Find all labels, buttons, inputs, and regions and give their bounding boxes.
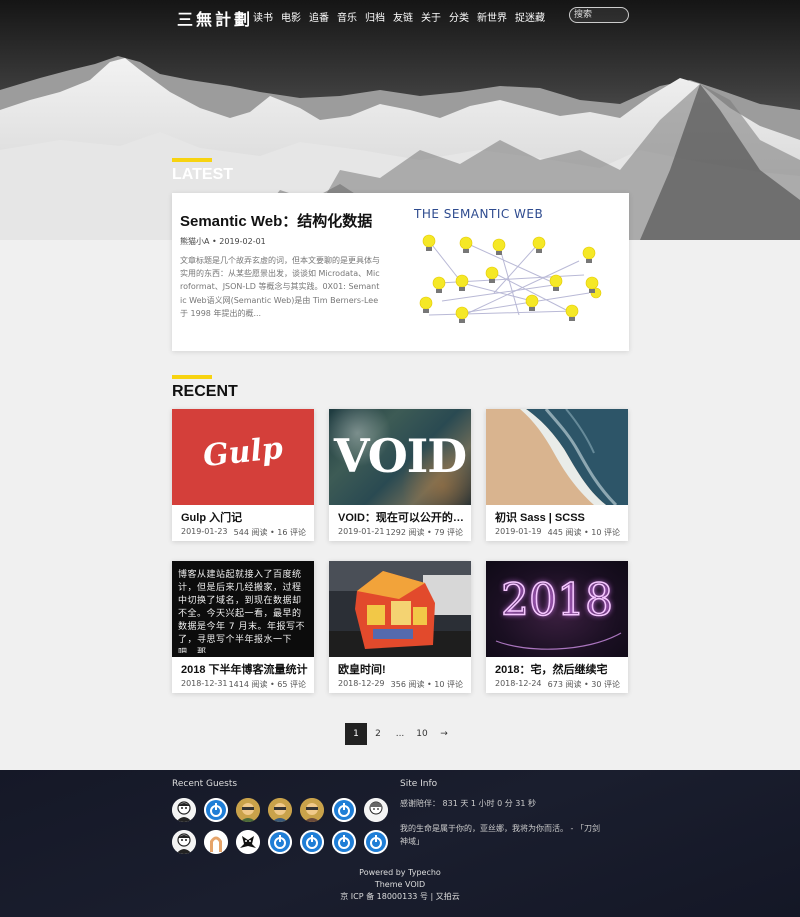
guest-avatar[interactable]	[172, 830, 196, 854]
featured-post-meta: 熊猫小A • 2019-02-01	[180, 237, 266, 246]
post-card[interactable]: Gulp Gulp 入门记 2019-01-23 544 阅读 • 16 评论	[172, 409, 314, 541]
beach-aerial-image	[486, 409, 628, 505]
lightbulb-network-icon	[419, 234, 602, 323]
featured-post-excerpt: 文章标题是几个故弄玄虚的词，但本文要聊的是更具体与实用的东西：从某些愿景出发，谈…	[180, 256, 380, 318]
icp-record[interactable]: 京 ICP 备 18000133 号 | 又拍云	[0, 891, 800, 903]
semantic-web-illustration[interactable]: THE SEMANTIC WEB	[404, 203, 624, 341]
power-avatar-icon[interactable]	[364, 830, 388, 854]
post-date: 2018-12-31	[181, 679, 228, 688]
guest-avatar[interactable]	[172, 798, 196, 822]
post-thumbnail[interactable]: VOID	[329, 409, 471, 505]
nav-link-music[interactable]: 音乐	[337, 9, 357, 24]
power-avatar-icon[interactable]	[300, 830, 324, 854]
void-logo-text: VOID	[333, 429, 467, 483]
guest-avatar[interactable]	[364, 798, 388, 822]
post-card[interactable]: VOID VOID：现在可以公开的情报 2019-01-21 1292 阅读 •…	[329, 409, 471, 541]
nav-link-new-world[interactable]: 新世界	[477, 9, 507, 24]
post-date: 2019-01-21	[338, 527, 385, 536]
theme-link[interactable]: Theme VOID	[0, 879, 800, 891]
power-avatar-icon[interactable]	[268, 830, 292, 854]
page-1-button[interactable]: 1	[345, 723, 367, 745]
nav-links: 读书 电影 追番 音乐 归档 友链 关于 分类 新世界 捉迷藏	[253, 9, 553, 24]
page-2-button[interactable]: 2	[367, 723, 389, 745]
page-ellipsis: ...	[395, 729, 405, 739]
post-card[interactable]: 初识 Sass | SCSS 2019-01-19 445 阅读 • 10 评论	[486, 409, 628, 541]
post-title[interactable]: 2018 下半年博客流量统计	[181, 661, 309, 677]
post-title[interactable]: 2018：宅，然后继续宅	[495, 661, 623, 677]
power-avatar-icon[interactable]	[332, 830, 356, 854]
post-date: 2018-12-29	[338, 679, 385, 688]
post-thumbnail[interactable]	[486, 409, 628, 505]
post-stats: 1414 阅读 • 65 评论	[228, 680, 306, 689]
recent-guests-title: Recent Guests	[172, 779, 238, 789]
nav-link-archive[interactable]: 归档	[365, 9, 385, 24]
post-date: 2019-01-23	[181, 527, 228, 536]
guest-avatar[interactable]	[300, 798, 324, 822]
site-logo[interactable]: 三無計劃	[177, 6, 253, 30]
featured-post-card[interactable]: Semantic Web：结构化数据 熊猫小A • 2019-02-01 文章标…	[172, 193, 629, 351]
post-date: 2019-01-19	[495, 527, 542, 536]
sparkler-trail	[495, 632, 622, 650]
pagination: 1 2 ... 10 →	[345, 723, 455, 745]
guest-avatar[interactable]	[236, 830, 260, 854]
post-date: 2018-12-24	[495, 679, 542, 688]
post-title[interactable]: 欧皇时间!	[338, 661, 466, 677]
post-card[interactable]: 博客从建站起就接入了百度统计，但是后来几经搬家，过程中切换了域名，到现在数据却不…	[172, 561, 314, 693]
nav-link-movies[interactable]: 电影	[281, 9, 301, 24]
post-title[interactable]: 初识 Sass | SCSS	[495, 509, 623, 525]
footer-credits: Powered by Typecho Theme VOID 京 ICP 备 18…	[0, 867, 800, 903]
post-card[interactable]: 2018 2018：宅，然后继续宅 2018-12-24 673 阅读 • 30…	[486, 561, 628, 693]
post-thumbnail[interactable]: 2018	[486, 561, 628, 657]
guest-avatar[interactable]	[204, 830, 228, 854]
site-info-title: Site Info	[400, 779, 438, 789]
post-stats: 673 阅读 • 30 评论	[547, 680, 620, 689]
top-nav: 三無計劃 读书 电影 追番 音乐 归档 友链 关于 分类 新世界 捉迷藏	[0, 0, 800, 32]
nav-link-books[interactable]: 读书	[253, 9, 273, 24]
gulp-logo-text: Gulp	[201, 430, 285, 475]
guest-avatar[interactable]	[268, 798, 292, 822]
nav-link-about[interactable]: 关于	[421, 9, 441, 24]
next-page-button[interactable]: →	[433, 723, 455, 745]
post-title[interactable]: Gulp 入门记	[181, 509, 309, 525]
featured-post-title[interactable]: Semantic Web：结构化数据	[180, 210, 372, 231]
post-title[interactable]: VOID：现在可以公开的情报	[338, 509, 466, 525]
recent-accent-bar	[172, 375, 212, 379]
latest-accent-bar	[172, 158, 212, 162]
site-footer: Recent Guests Site Info 感谢陪伴： 831 天 1 小时…	[0, 770, 800, 917]
nav-link-anime[interactable]: 追番	[309, 9, 329, 24]
search-input[interactable]	[569, 7, 629, 23]
post-stats: 1292 阅读 • 79 评论	[385, 528, 463, 537]
post-thumbnail[interactable]	[329, 561, 471, 657]
recent-heading: RECENT	[172, 383, 238, 400]
post-thumbnail[interactable]: 博客从建站起就接入了百度统计，但是后来几经搬家，过程中切换了域名，到现在数据却不…	[172, 561, 314, 657]
thumbnail-excerpt-text: 博客从建站起就接入了百度统计，但是后来几经搬家，过程中切换了域名，到现在数据却不…	[178, 570, 305, 653]
lucky-box-image	[329, 561, 471, 657]
power-avatar-icon[interactable]	[204, 798, 228, 822]
site-uptime: 感谢陪伴： 831 天 1 小时 0 分 31 秒	[400, 799, 536, 808]
guest-avatar[interactable]	[236, 798, 260, 822]
nav-link-friends[interactable]: 友链	[393, 9, 413, 24]
page-10-button[interactable]: 10	[411, 723, 433, 745]
site-quote: 我的生命是属于你的，亚丝娜，我将为你而活。 - 「刀剑神域」	[400, 824, 600, 846]
post-card[interactable]: 欧皇时间! 2018-12-29 356 阅读 • 10 评论	[329, 561, 471, 693]
nav-link-hide-seek[interactable]: 捉迷藏	[515, 9, 545, 24]
powered-by-link[interactable]: Powered by Typecho	[0, 867, 800, 879]
post-stats: 544 阅读 • 16 评论	[233, 528, 306, 537]
post-stats: 445 阅读 • 10 评论	[547, 528, 620, 537]
post-thumbnail[interactable]: Gulp	[172, 409, 314, 505]
nav-link-categories[interactable]: 分类	[449, 9, 469, 24]
latest-heading: LATEST	[172, 166, 234, 183]
power-avatar-icon[interactable]	[332, 798, 356, 822]
post-stats: 356 阅读 • 10 评论	[390, 680, 463, 689]
